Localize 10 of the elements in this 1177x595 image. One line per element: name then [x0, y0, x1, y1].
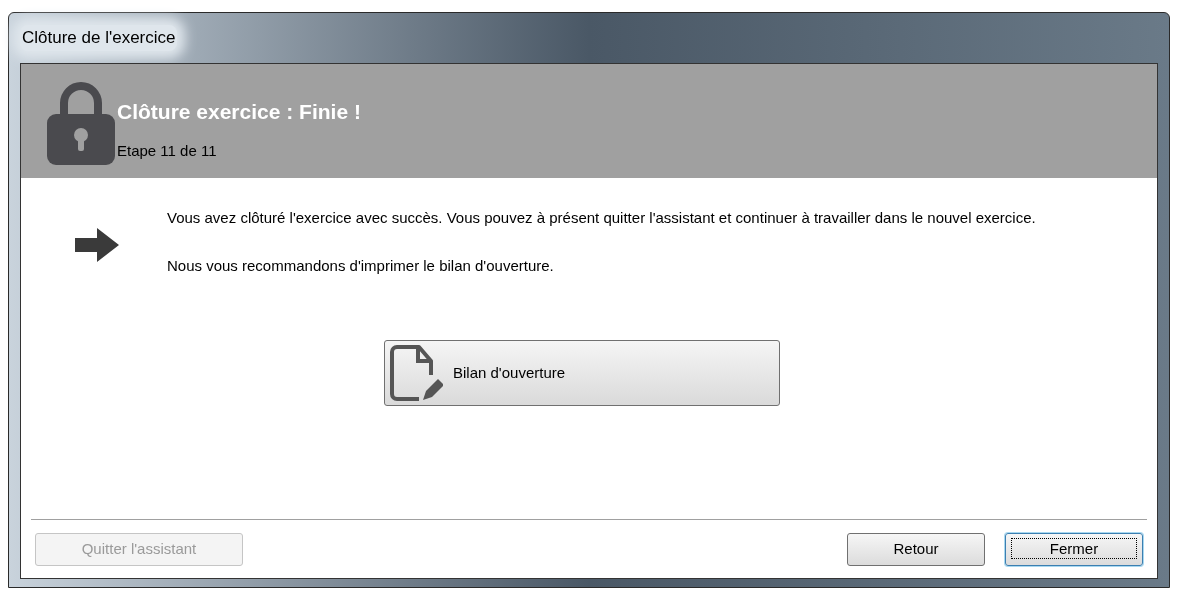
report-button[interactable]: Bilan d'ouverture [384, 340, 780, 406]
arrow-right-icon [73, 226, 121, 264]
header-title: Clôture exercice : Finie ! [117, 99, 361, 125]
footer-button[interactable]: Fermer [1005, 532, 1143, 566]
message-text: Vous avez clôturé l'exercice avec succès. Vous pouvez à présent quitter l'assistant et continuer à travailler dans le nouvel exercice. [167, 208, 1036, 228]
message-text: Nous vous recommandons d'imprimer le bilan d'ouverture. [167, 256, 555, 276]
window-title: Clôture de l'exercice [20, 25, 178, 51]
footer-button[interactable]: Retour [847, 532, 985, 566]
document-edit-icon [389, 344, 443, 402]
step-indicator: Etape 11 de 11 [117, 140, 218, 161]
